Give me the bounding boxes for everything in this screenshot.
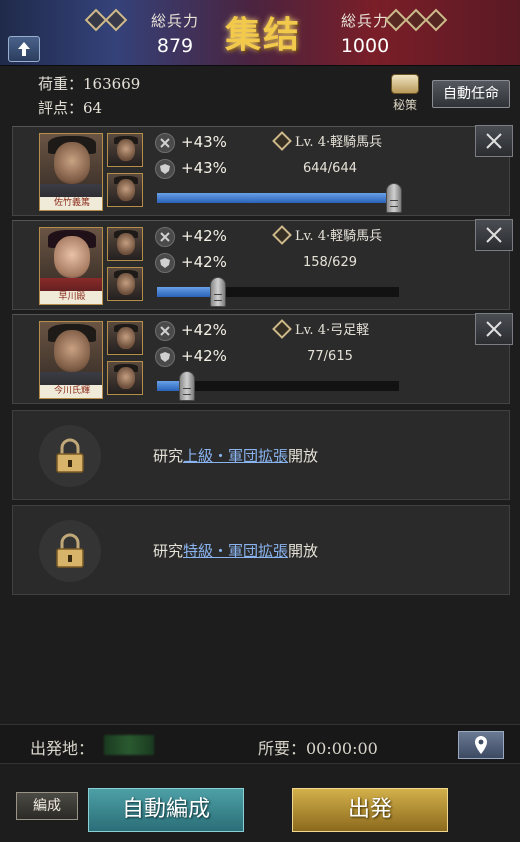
vice-commander-portrait[interactable] (107, 361, 143, 395)
vice-commander-portrait[interactable] (107, 133, 143, 167)
portrait-face (117, 273, 135, 295)
unlock-suffix: 開放 (288, 542, 319, 560)
troop-emblem-icon (272, 224, 292, 245)
weight-value: 163669 (83, 75, 141, 93)
remove-unit-button[interactable] (475, 125, 513, 157)
troop-type: Lv. 4·弓足軽 (272, 318, 370, 339)
troop-type: Lv. 4·軽騎馬兵 (272, 130, 383, 151)
location-pin-icon (475, 736, 487, 754)
scroll-icon (391, 74, 419, 94)
back-button[interactable] (8, 36, 40, 62)
right-total-value: 1000 (340, 35, 390, 57)
troop-type-label: Lv. 4·軽騎馬兵 (295, 135, 383, 150)
troop-type: Lv. 4·軽騎馬兵 (272, 224, 383, 245)
attack-icon (155, 133, 175, 153)
troop-slider-fill (157, 193, 395, 203)
unit-row-3: 今川氏輝 +42% +42% Lv. 4·弓足軽 77/615 (12, 313, 513, 404)
lock-badge (39, 520, 101, 582)
remove-unit-button[interactable] (475, 219, 513, 251)
defense-bonus: +43% (181, 159, 227, 177)
vice-commander-portrait[interactable] (107, 267, 143, 301)
defense-icon (155, 347, 175, 367)
header-bar: 総兵力 879 集结 総兵力 1000 (0, 0, 520, 66)
portrait-face (117, 327, 135, 349)
lock-icon (56, 438, 84, 473)
unlock-suffix: 開放 (288, 447, 319, 465)
auto-formation-button[interactable]: 自動編成 (88, 788, 244, 832)
depart-button[interactable]: 出発 (292, 788, 448, 832)
attack-icon (155, 321, 175, 341)
research-link[interactable]: 特級・軍団拡張 (183, 542, 288, 560)
commander-name: 早川殿 (40, 291, 102, 304)
unlock-prefix: 研究 (153, 542, 184, 560)
troop-count: 644/644 (302, 161, 357, 176)
troop-emblem-icon (272, 318, 292, 339)
portrait-face (117, 367, 135, 389)
attack-bonus: +42% (181, 321, 227, 339)
departure-bar: 出発地： 所要：00:00:00 (0, 724, 520, 764)
cross-swords-icon (486, 227, 502, 243)
weight-label: 荷重： (38, 75, 84, 93)
unit-row-2: 早川殿 +42% +42% Lv. 4·軽騎馬兵 158/629 (12, 219, 513, 310)
commander-portrait[interactable]: 今川氏輝 (39, 321, 103, 399)
map-location-button[interactable] (458, 731, 504, 759)
portrait-face (117, 233, 135, 255)
portrait-face (54, 142, 90, 184)
portrait-face (117, 179, 135, 201)
origin-label: 出発地： (30, 739, 95, 758)
cross-swords-icon (486, 321, 502, 337)
troop-count: 77/615 (307, 349, 353, 364)
commander-name: 今川氏輝 (40, 385, 102, 398)
eta-label: 所要：00:00:00 (258, 739, 378, 758)
attack-bonus: +42% (181, 227, 227, 245)
defense-bonus: +42% (181, 347, 227, 365)
secret-strategy-label: 秘策 (392, 98, 417, 112)
vice-commander-portrait[interactable] (107, 321, 143, 355)
unlock-requirement: 研究上級・軍団拡張開放 (153, 445, 318, 466)
research-link[interactable]: 上級・軍団拡張 (183, 447, 288, 465)
troop-slider-handle[interactable] (209, 277, 226, 307)
troop-slider-fill (157, 287, 218, 297)
origin-value-redacted (104, 735, 154, 755)
attack-icon (155, 227, 175, 247)
unit-row-1: 佐竹義篤 +43% +43% Lv. 4·軽騎馬兵 644/644 (12, 125, 513, 216)
edit-formation-button[interactable]: 編成 (16, 792, 78, 820)
clan-emblem-icon (424, 8, 448, 32)
portrait-face (54, 236, 90, 278)
auto-assign-button[interactable]: 自動任命 (432, 80, 510, 108)
troop-slider-handle[interactable] (179, 371, 196, 401)
troop-emblem-icon (272, 130, 292, 151)
lock-icon (56, 533, 84, 568)
troop-slider-track[interactable] (157, 287, 399, 297)
troop-type-label: Lv. 4·軽騎馬兵 (295, 229, 383, 244)
troop-type-label: Lv. 4·弓足軽 (295, 323, 370, 338)
portrait-face (117, 139, 135, 161)
commander-name: 佐竹義篤 (40, 197, 102, 210)
cross-swords-icon (486, 133, 502, 149)
arrow-up-icon (18, 42, 30, 56)
locked-slot-1: 研究上級・軍団拡張開放 (12, 410, 510, 500)
right-emblems (384, 8, 448, 32)
troop-slider-handle[interactable] (386, 183, 403, 213)
defense-icon (155, 159, 175, 179)
vice-commander-portrait[interactable] (107, 227, 143, 261)
attack-bonus: +43% (181, 133, 227, 151)
defense-icon (155, 253, 175, 273)
army-info: 荷重： 163669 評点： 64 (38, 72, 140, 120)
portrait-face (54, 330, 90, 372)
secret-strategy-button[interactable]: 秘策 (388, 74, 422, 113)
commander-portrait[interactable]: 早川殿 (39, 227, 103, 305)
locked-slot-2: 研究特級・軍団拡張開放 (12, 505, 510, 595)
troop-count: 158/629 (302, 255, 357, 270)
troop-slider-track[interactable] (157, 193, 399, 203)
score-value: 64 (83, 99, 103, 117)
remove-unit-button[interactable] (475, 313, 513, 345)
commander-portrait[interactable]: 佐竹義篤 (39, 133, 103, 211)
score-label: 評点： (38, 99, 84, 117)
vice-commander-portrait[interactable] (107, 173, 143, 207)
lock-badge (39, 425, 101, 487)
unlock-prefix: 研究 (153, 447, 184, 465)
defense-bonus: +42% (181, 253, 227, 271)
unlock-requirement: 研究特級・軍団拡張開放 (153, 540, 318, 561)
